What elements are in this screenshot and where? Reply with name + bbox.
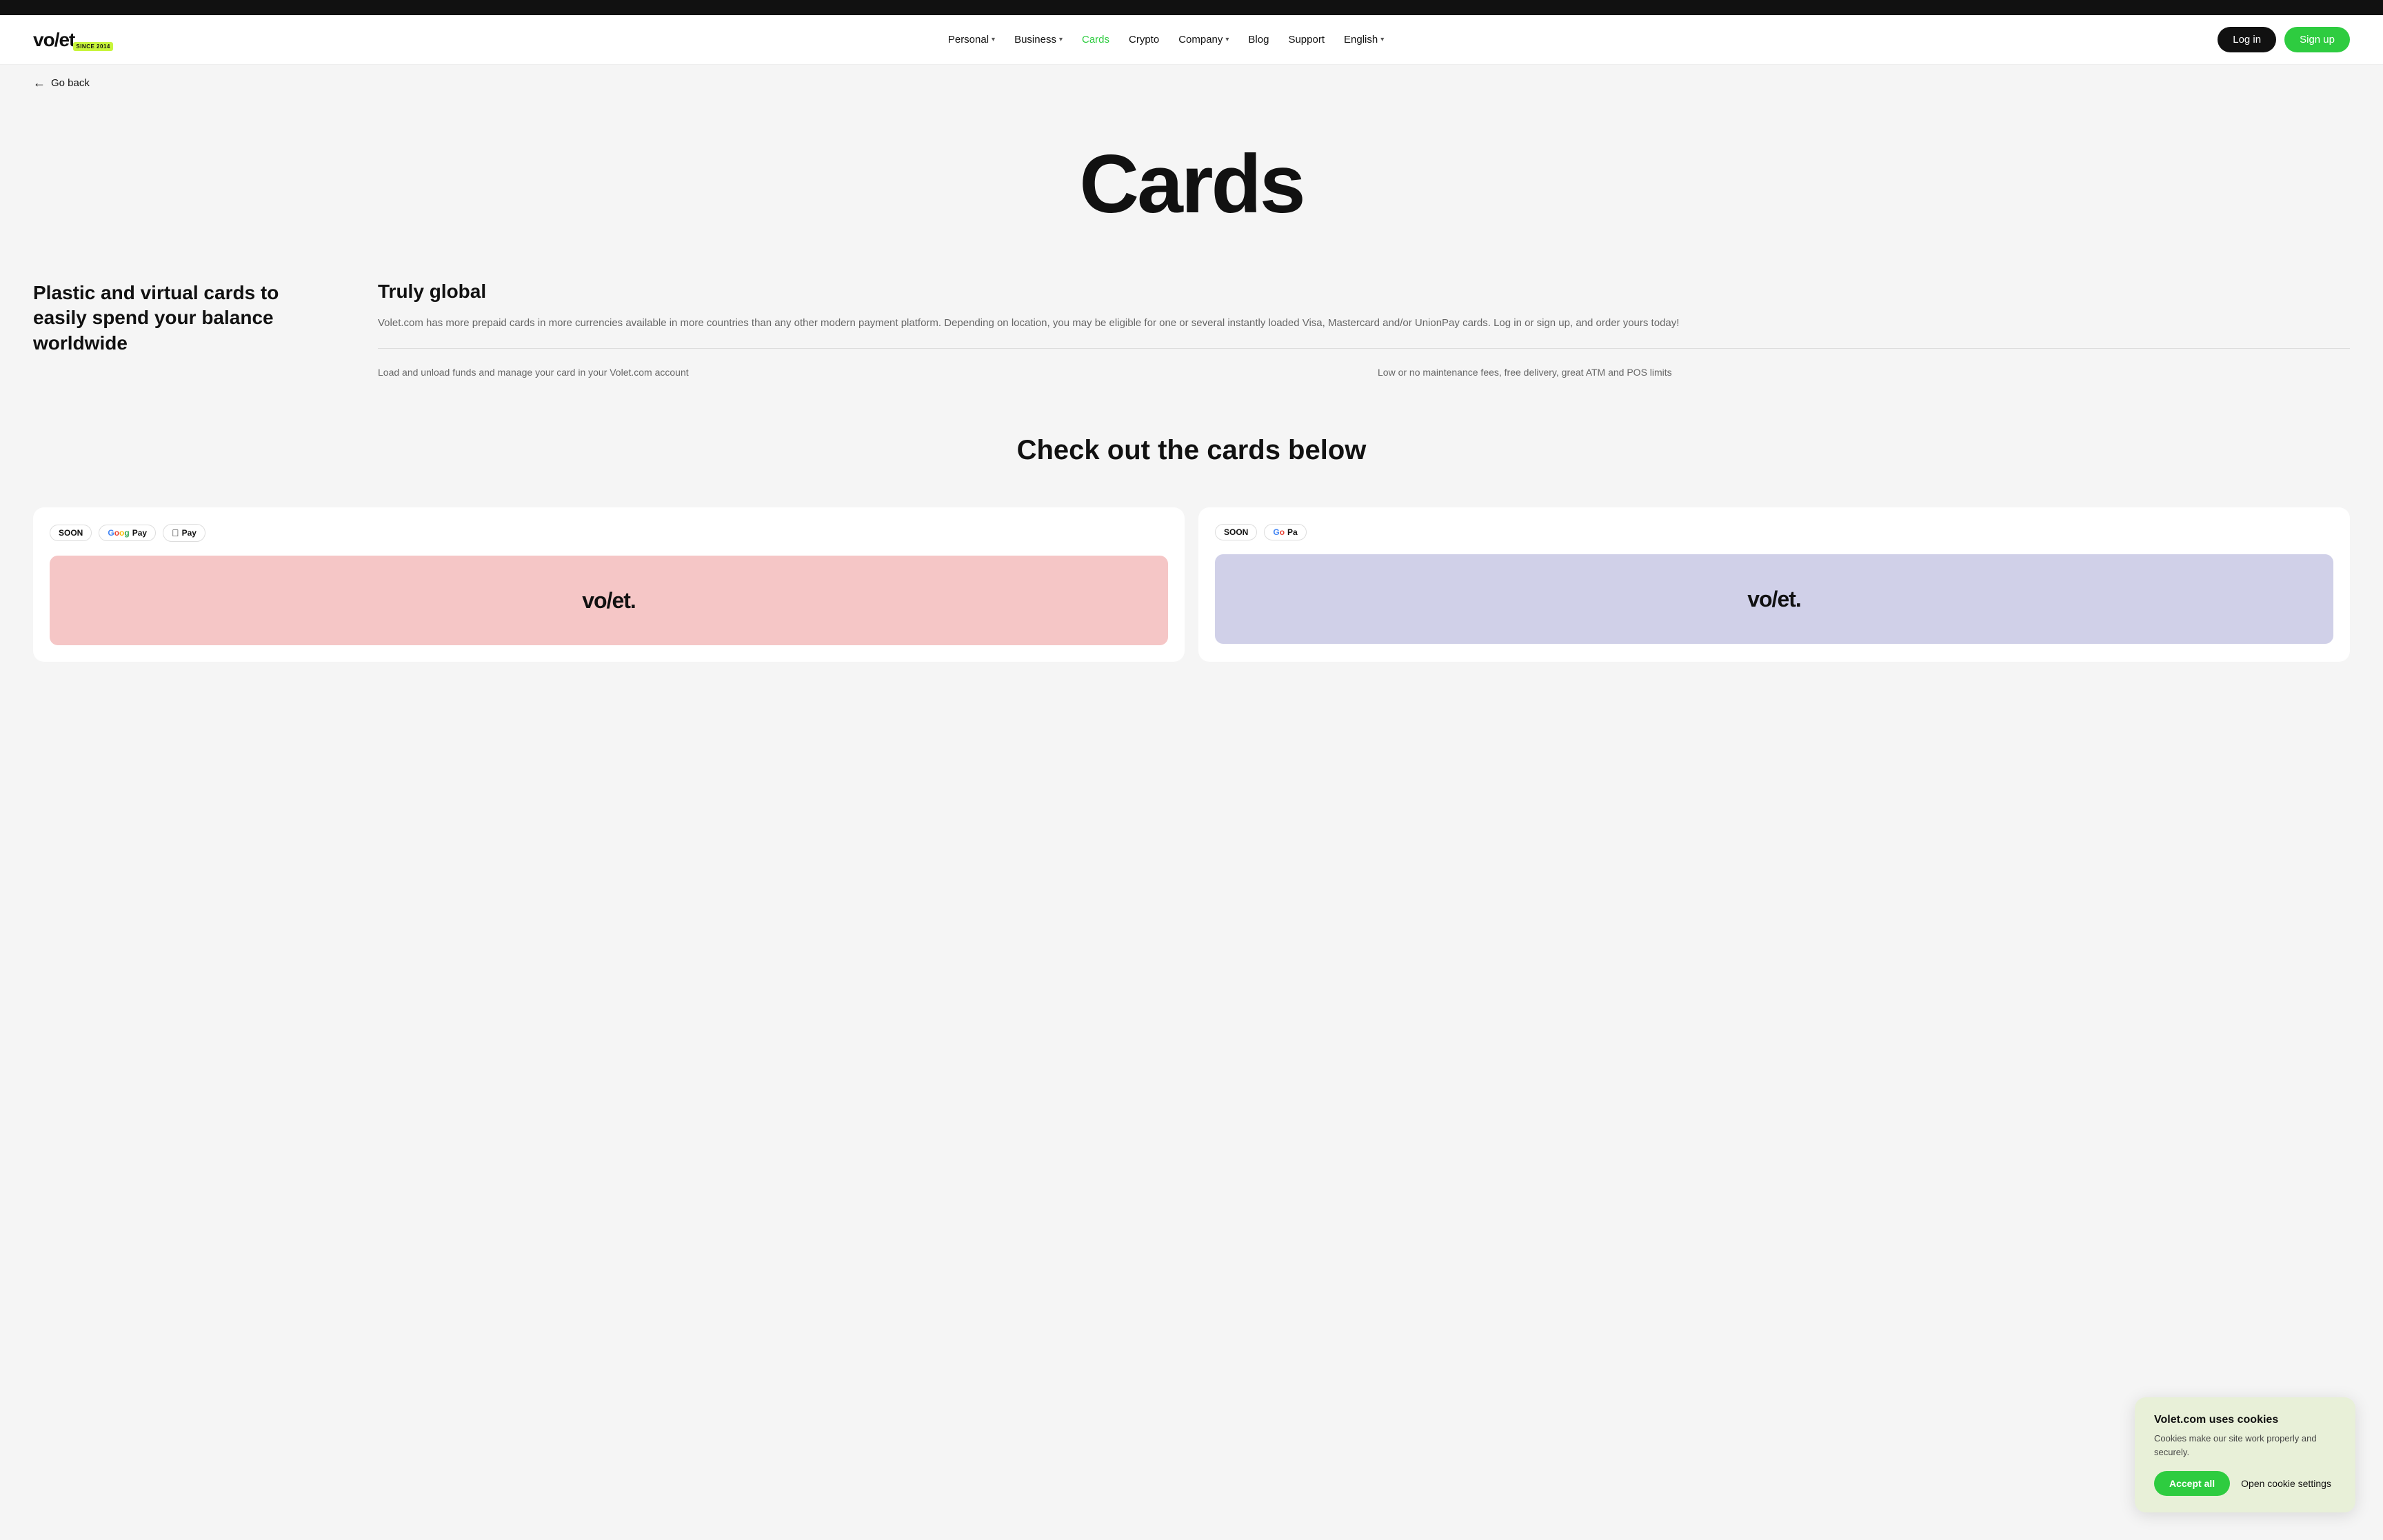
auth-buttons: Log in Sign up <box>2218 27 2350 52</box>
go-back-area: ← Go back <box>0 65 2383 101</box>
nav-item-cards[interactable]: Cards <box>1082 34 1109 45</box>
gpay-badge-1: Goog Pay <box>99 525 156 541</box>
header: vo/et SINCE 2014 Personal ▾ Business ▾ C… <box>0 15 2383 65</box>
chevron-down-icon: ▾ <box>1059 36 1063 43</box>
cookie-buttons: Accept all Open cookie settings <box>2154 1471 2336 1496</box>
apay-badge-1:  Pay <box>163 524 205 542</box>
truly-global-description: Volet.com has more prepaid cards in more… <box>378 315 2350 332</box>
nav-item-company[interactable]: Company ▾ <box>1178 34 1229 45</box>
nav-item-business[interactable]: Business ▾ <box>1014 34 1063 45</box>
nav-item-blog[interactable]: Blog <box>1248 34 1269 45</box>
features-row: Load and unload funds and manage your ca… <box>378 365 2350 380</box>
logo-text: vo/et <box>33 30 74 50</box>
nav-item-english[interactable]: English ▾ <box>1344 34 1384 45</box>
logo-badge: SINCE 2014 <box>73 42 112 51</box>
chevron-down-icon: ▾ <box>992 36 995 43</box>
card-2-header: SOON Go Pa <box>1215 524 2333 540</box>
truly-global-title: Truly global <box>378 281 2350 303</box>
login-button[interactable]: Log in <box>2218 27 2276 52</box>
cookie-title: Volet.com uses cookies <box>2154 1414 2336 1426</box>
chevron-down-icon: ▾ <box>1380 36 1384 43</box>
card-item-2[interactable]: SOON Go Pa vo/et. <box>1198 507 2350 662</box>
card-item-1[interactable]: SOON Goog Pay  Pay vo/et. <box>33 507 1185 662</box>
content-section: Plastic and virtual cards to easily spen… <box>0 253 2383 421</box>
card-preview-lavender: vo/et. <box>1215 554 2333 644</box>
arrow-left-icon: ← <box>33 76 46 90</box>
apple-icon:  <box>172 527 179 538</box>
check-title: Check out the cards below <box>33 435 2350 466</box>
cookie-settings-button[interactable]: Open cookie settings <box>2241 1478 2331 1489</box>
nav-item-personal[interactable]: Personal ▾ <box>948 34 995 45</box>
gpay-badge-2: Go Pa <box>1264 524 1306 540</box>
check-section: Check out the cards below <box>0 421 2383 507</box>
feature-2: Low or no maintenance fees, free deliver… <box>1378 365 2350 380</box>
feature-1: Load and unload funds and manage your ca… <box>378 365 1350 380</box>
cookie-description: Cookies make our site work properly and … <box>2154 1432 2336 1459</box>
content-left-title: Plastic and virtual cards to easily spen… <box>33 281 323 356</box>
navigation: Personal ▾ Business ▾ Cards Crypto Compa… <box>948 34 1384 45</box>
hero-title: Cards <box>33 143 2350 225</box>
go-back-link[interactable]: ← Go back <box>33 76 2350 90</box>
card-2-logo: vo/et. <box>1747 587 1801 612</box>
nav-item-crypto[interactable]: Crypto <box>1129 34 1159 45</box>
content-left: Plastic and virtual cards to easily spen… <box>33 281 323 380</box>
cards-grid: SOON Goog Pay  Pay vo/et. SOON Go Pa vo… <box>0 507 2383 689</box>
hero-section: Cards <box>0 101 2383 253</box>
chevron-down-icon: ▾ <box>1225 36 1229 43</box>
logo[interactable]: vo/et SINCE 2014 <box>33 30 114 50</box>
soon-badge-1: SOON <box>50 525 92 541</box>
content-right: Truly global Volet.com has more prepaid … <box>378 281 2350 380</box>
divider <box>378 348 2350 349</box>
accept-cookies-button[interactable]: Accept all <box>2154 1471 2230 1496</box>
soon-badge-2: SOON <box>1215 524 1257 540</box>
card-preview-pink: vo/et. <box>50 556 1168 645</box>
card-1-logo: vo/et. <box>582 588 636 614</box>
cookie-banner: Volet.com uses cookies Cookies make our … <box>2135 1397 2355 1512</box>
nav-item-support[interactable]: Support <box>1288 34 1325 45</box>
signup-button[interactable]: Sign up <box>2284 27 2350 52</box>
top-bar <box>0 0 2383 15</box>
card-1-header: SOON Goog Pay  Pay <box>50 524 1168 542</box>
